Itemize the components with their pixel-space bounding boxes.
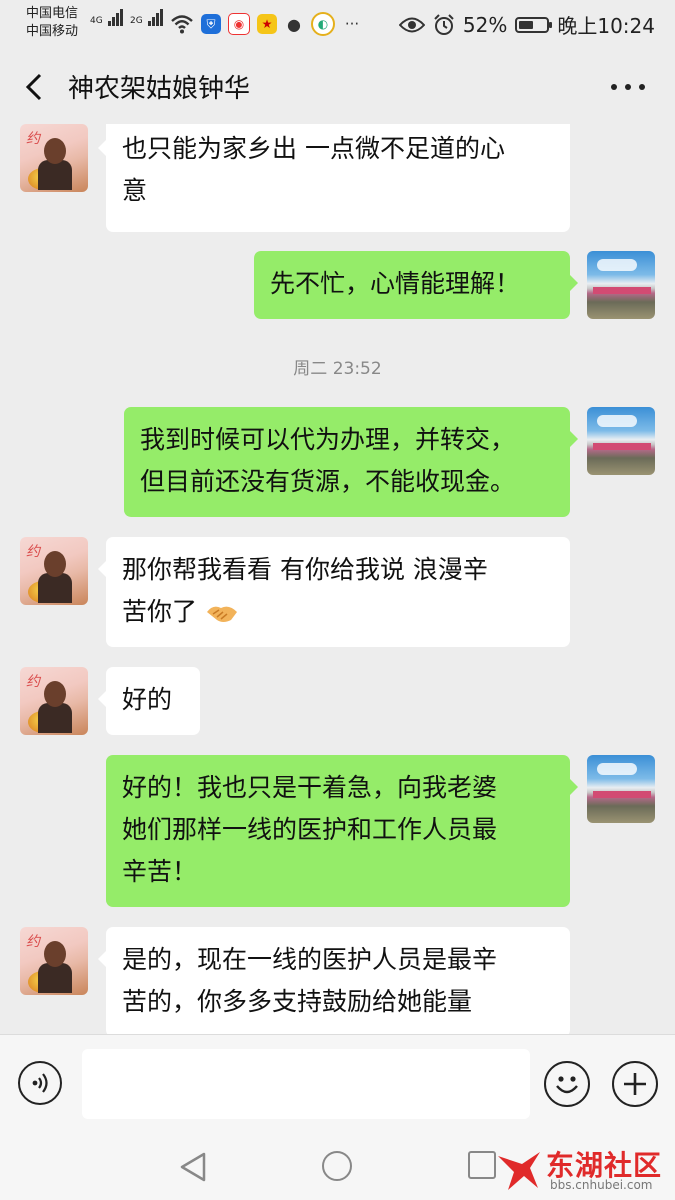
- message-line: 那你帮我看看 有你给我说 浪漫辛: [122, 555, 488, 584]
- notification-icons: ⛨ ◉ ★ ● ◐ ···: [170, 12, 362, 36]
- shield-app-icon: ⛨: [201, 14, 221, 34]
- nav-recents-icon[interactable]: [468, 1151, 496, 1179]
- message-line: 苦的，你多多支持鼓励给她能量: [122, 987, 473, 1016]
- message-bubble-incoming[interactable]: 好的: [98, 667, 200, 735]
- network-2-label: 2G: [130, 16, 143, 26]
- signal-1: 4G: [90, 9, 124, 26]
- signal-bars-1-icon: [107, 9, 124, 26]
- message-line-with-emoji: 苦你了: [122, 591, 554, 633]
- contact-avatar[interactable]: 约: [20, 927, 88, 995]
- carrier-info: 中国电信 中国移动: [26, 5, 78, 41]
- contact-avatar[interactable]: 约: [20, 124, 88, 192]
- message-list[interactable]: 约 也只能为家乡出 一点微不足道的心 意 先不忙，心情能理解！ 周二 23:52…: [0, 124, 675, 1034]
- browser-app-icon: ◐: [311, 12, 335, 36]
- donghu-logo-icon: [498, 1152, 540, 1190]
- message-line: 好的！我也只是干着急，向我老婆: [122, 773, 498, 802]
- my-avatar[interactable]: [587, 407, 655, 475]
- message-line: 好的: [122, 685, 173, 714]
- status-bar: 中国电信 中国移动 4G 2G ⛨ ◉ ★ ● ◐ ··· 52% 晚上10:2…: [0, 0, 675, 48]
- message-line: 先不忙，心情能理解！: [270, 269, 521, 298]
- message-bubble-outgoing[interactable]: 先不忙，心情能理解！: [254, 251, 578, 319]
- network-1-label: 4G: [90, 16, 103, 26]
- clock: 晚上10:24: [557, 14, 655, 38]
- back-arrow-icon[interactable]: [22, 70, 52, 104]
- message-bubble-outgoing[interactable]: 好的！我也只是干着急，向我老婆 她们那样一线的医护和工作人员最 辛苦！: [106, 755, 578, 907]
- message-line: 也只能为家乡出 一点微不足道的心: [122, 134, 505, 163]
- nav-back-icon[interactable]: [176, 1150, 210, 1184]
- contact-avatar[interactable]: 约: [20, 537, 88, 605]
- chat-header: 神农架姑娘钟华: [0, 48, 675, 124]
- input-bar: [0, 1034, 675, 1134]
- alarm-icon: [434, 13, 454, 35]
- emoji-button[interactable]: [544, 1061, 590, 1107]
- handshake-icon: [206, 606, 237, 622]
- eye-icon: [398, 17, 425, 32]
- message-line: 意: [122, 176, 148, 205]
- watermark-url: bbs.cnhubei.com: [550, 1178, 653, 1192]
- star-app-icon: ★: [257, 14, 277, 34]
- message-bubble-incoming[interactable]: 是的，现在一线的医护人员是最辛 苦的，你多多支持鼓励给她能量: [98, 927, 570, 1034]
- my-avatar[interactable]: [587, 755, 655, 823]
- plus-icon: [624, 1073, 646, 1095]
- message-input[interactable]: [82, 1049, 530, 1119]
- my-avatar[interactable]: [587, 251, 655, 319]
- message-bubble-incoming[interactable]: 那你帮我看看 有你给我说 浪漫辛 苦你了: [98, 537, 570, 647]
- chat-title: 神农架姑娘钟华: [68, 74, 251, 104]
- message-line: 但目前还没有货源，不能收现金。: [140, 467, 516, 496]
- signal-2: 2G: [130, 9, 164, 26]
- wechat-app-icon: ●: [287, 14, 301, 34]
- message-bubble-outgoing[interactable]: 我到时候可以代为办理，并转交， 但目前还没有货源，不能收现金。: [124, 407, 578, 517]
- carrier-2: 中国移动: [26, 24, 79, 39]
- nav-home-icon[interactable]: [322, 1151, 352, 1181]
- contact-avatar[interactable]: 约: [20, 667, 88, 735]
- more-options-icon[interactable]: [611, 84, 645, 92]
- battery-icon: [515, 16, 553, 33]
- voice-input-button[interactable]: [18, 1061, 62, 1105]
- signal-bars-2-icon: [147, 9, 164, 26]
- voice-icon: [32, 1073, 48, 1093]
- message-text: 苦你了: [122, 597, 205, 626]
- message-line: 是的，现在一线的医护人员是最辛: [122, 945, 498, 974]
- more-functions-button[interactable]: [612, 1061, 658, 1107]
- site-watermark: 东湖社区 bbs.cnhubei.com: [494, 1140, 674, 1198]
- smiley-icon: [556, 1076, 578, 1094]
- weibo-app-icon: ◉: [228, 13, 250, 35]
- message-timestamp: 周二 23:52: [293, 359, 382, 379]
- message-line: 她们那样一线的医护和工作人员最: [122, 815, 498, 844]
- wifi-icon: [171, 15, 193, 34]
- message-bubble-incoming[interactable]: 也只能为家乡出 一点微不足道的心 意: [98, 124, 570, 232]
- battery-percent: 52%: [462, 12, 508, 37]
- carrier-1: 中国电信: [26, 6, 79, 21]
- message-line: 辛苦！: [122, 857, 198, 886]
- status-right: 52% 晚上10:24: [398, 10, 655, 39]
- more-apps-icon: ···: [344, 15, 360, 33]
- message-line: 我到时候可以代为办理，并转交，: [140, 425, 516, 454]
